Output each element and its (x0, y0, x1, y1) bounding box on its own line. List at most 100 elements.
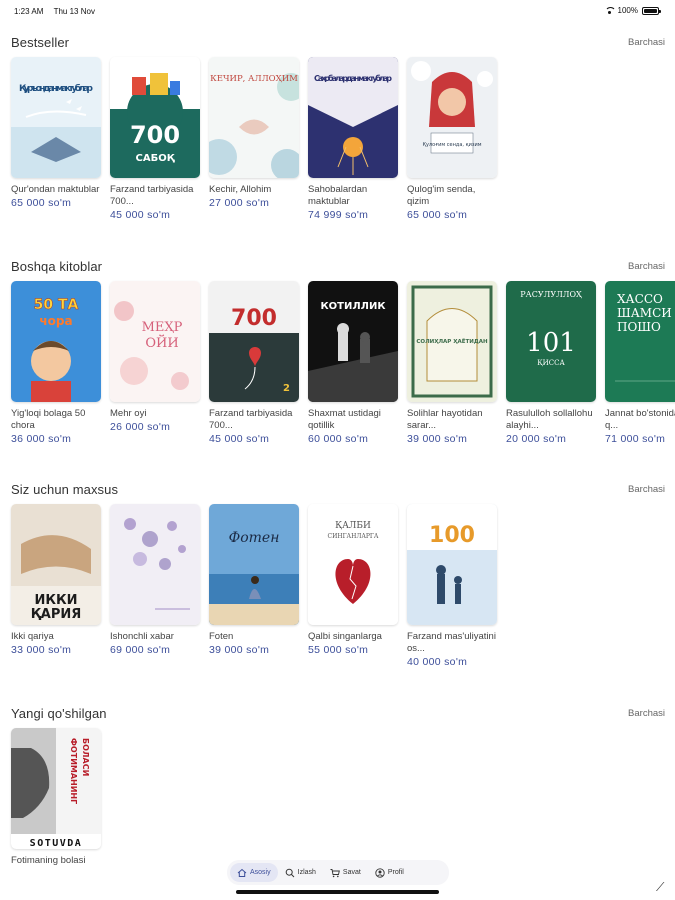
book-carousel[interactable]: Қуръондан мактублар Qur'ondan maktublar … (11, 57, 497, 221)
section-bestseller: Bestseller Barchasi Қуръондан мактублар … (0, 35, 675, 221)
battery-icon (642, 6, 661, 15)
book-price: 40 000 so'm (407, 656, 468, 668)
cover-solihlar: СОЛИҲЛАР ҲАЁТИДАН (407, 281, 497, 402)
book-title: Shaxmat ustidagi qotillik (308, 408, 381, 431)
book-card[interactable]: ХАССО ШАМСИ ПОШО Jannat bo'stonidagi q..… (605, 281, 675, 445)
cover-title: 50 ТА (34, 297, 79, 313)
book-price: 45 000 so'm (209, 433, 270, 445)
battery-percent: 100% (617, 6, 638, 15)
section-for-you: Siz uchun maxsus Barchasi ИККИ ҚАРИЯ Ikk… (0, 482, 675, 668)
book-card[interactable]: 50 ТА чора Yig'loqi bolaga 50 chora 36 0… (11, 281, 101, 445)
sotuvda-label: SOTUVDA (30, 838, 83, 849)
book-cover[interactable]: ФОТИМАНИНГ БОЛАСИ SOTUVDA (11, 728, 101, 849)
home-indicator[interactable] (236, 890, 439, 894)
cover-kechir: КЕЧИР, АЛЛОҲИМ (209, 57, 299, 178)
book-card[interactable]: ҚАЛБИ СИНГАНЛАРГА Qalbi singanlarga 55 0… (308, 504, 398, 668)
cover-title: ҚАЛБИ (335, 521, 371, 531)
book-card[interactable]: Қулоғим сенда, қизим Qulog'im senda, qiz… (407, 57, 497, 221)
cover-title: Қуръондан мактублар (19, 83, 94, 94)
book-carousel[interactable]: ФОТИМАНИНГ БОЛАСИ SOTUVDA Fotimaning bol… (11, 728, 101, 867)
book-cover[interactable]: ИККИ ҚАРИЯ (11, 504, 101, 625)
book-card[interactable]: Ishonchli xabar 69 000 so'm (110, 504, 200, 668)
book-card[interactable]: Фотен Foten 39 000 so'm (209, 504, 299, 668)
book-card[interactable]: РАСУЛУЛЛОҲ 101 ҚИССА Rasululloh sollallo… (506, 281, 596, 445)
cart-icon (330, 868, 340, 877)
book-card[interactable]: 700 2 Farzand tarbiyasida 700... 45 000 … (209, 281, 299, 445)
profile-icon (375, 867, 385, 878)
nav-search[interactable]: Izlash (278, 863, 323, 882)
cover-700-sabok: 700 САБОҚ (110, 57, 200, 178)
book-card[interactable]: МЕҲР ОЙИ Mehr oyi 26 000 so'm (110, 281, 200, 445)
nav-profile[interactable]: Profil (368, 863, 411, 882)
cover-title: КОТИЛЛИК (320, 301, 386, 312)
see-all-link[interactable]: Barchasi (628, 261, 665, 272)
cover-subtitle: БОЛАСИ (81, 738, 90, 776)
book-card[interactable]: КЕЧИР, АЛЛОҲИМ Kechir, Allohim 27 000 so… (209, 57, 299, 221)
cover-title-3: ПОШО (617, 320, 661, 334)
book-title: Ikki qariya (11, 631, 54, 642)
book-cover[interactable]: Фотен (209, 504, 299, 625)
book-price: 33 000 so'm (11, 644, 72, 656)
pencil-corner-icon[interactable]: ⟋ (656, 880, 664, 895)
book-price: 69 000 so'm (110, 644, 171, 656)
book-price: 65 000 so'm (11, 197, 72, 209)
book-price: 36 000 so'm (11, 433, 72, 445)
book-carousel[interactable]: 50 ТА чора Yig'loqi bolaga 50 chora 36 0… (11, 281, 675, 445)
book-cover[interactable]: СОЛИҲЛАР ҲАЁТИДАН (407, 281, 497, 402)
cover-title: КЕЧИР, АЛЛОҲИМ (210, 74, 298, 84)
search-icon (285, 868, 294, 877)
see-all-link[interactable]: Barchasi (628, 708, 665, 719)
cover-foten: Фотен (209, 504, 299, 625)
book-cover[interactable] (110, 504, 200, 625)
cover-number: 100 (429, 523, 475, 548)
book-cover[interactable]: КОТИЛЛИК (308, 281, 398, 402)
status-date: Thu 13 Nov (53, 7, 95, 16)
book-title: Qulog'im senda, qizim (407, 184, 476, 207)
book-card[interactable]: КОТИЛЛИК Shaxmat ustidagi qotillik 60 00… (308, 281, 398, 445)
book-title: Yig'loqi bolaga 50 chora (11, 408, 86, 431)
book-price: 27 000 so'm (209, 197, 270, 209)
book-price: 55 000 so'm (308, 644, 369, 656)
book-card[interactable]: Қуръондан мактублар Qur'ondan maktublar … (11, 57, 101, 221)
book-cover[interactable]: 700 2 (209, 281, 299, 402)
book-title: Jannat bo'stonidagi q... (605, 408, 675, 431)
book-card[interactable]: 100 Farzand mas'uliyatini os... 40 000 s… (407, 504, 497, 668)
book-cover[interactable]: 700 САБОҚ (110, 57, 200, 178)
book-card[interactable]: ИККИ ҚАРИЯ Ikki qariya 33 000 so'm (11, 504, 101, 668)
cover-ishonchli (110, 504, 200, 625)
book-carousel[interactable]: ИККИ ҚАРИЯ Ikki qariya 33 000 so'm Ishon… (11, 504, 497, 668)
book-cover[interactable]: 100 (407, 504, 497, 625)
book-card[interactable]: Саҳобалардан мактублар Sahobalardan makt… (308, 57, 398, 221)
see-all-link[interactable]: Barchasi (628, 37, 665, 48)
book-card[interactable]: 700 САБОҚ Farzand tarbiyasida 700... 45 … (110, 57, 200, 221)
cover-subtitle: ОЙИ (145, 334, 178, 351)
book-card[interactable]: ФОТИМАНИНГ БОЛАСИ SOTUVDA Fotimaning bol… (11, 728, 101, 867)
book-cover[interactable]: Саҳобалардан мактублар (308, 57, 398, 178)
book-card[interactable]: СОЛИҲЛАР ҲАЁТИДАН Solihlar hayotidan sar… (407, 281, 497, 445)
nav-label: Savat (342, 869, 361, 876)
cover-subtitle: ҚИССА (537, 359, 565, 367)
book-cover[interactable]: ХАССО ШАМСИ ПОШО (605, 281, 675, 402)
book-price: 20 000 so'm (506, 433, 567, 445)
cover-title: 700 (130, 121, 180, 149)
svg-text:2: 2 (283, 383, 290, 394)
cover-fotima: ФОТИМАНИНГ БОЛАСИ SOTUVDA (11, 728, 101, 849)
book-cover[interactable]: МЕҲР ОЙИ (110, 281, 200, 402)
cover-50-chora: 50 ТА чора (11, 281, 101, 402)
cover-title: РАСУЛУЛЛОҲ (520, 290, 582, 299)
bottom-nav: Asosiy Izlash Savat Profil (227, 860, 449, 885)
section-other-books: Boshqa kitoblar Barchasi 50 ТА чора Yig'… (0, 259, 675, 445)
book-cover[interactable]: 50 ТА чора (11, 281, 101, 402)
nav-home[interactable]: Asosiy (230, 863, 278, 882)
cover-700-2: 700 2 (209, 281, 299, 402)
book-cover[interactable]: ҚАЛБИ СИНГАНЛАРГА (308, 504, 398, 625)
cover-title: ФОТИМАНИНГ (69, 738, 78, 804)
section-new-arrivals: Yangi qo'shilgan Barchasi ФОТИМАНИНГ БОЛ… (0, 706, 675, 866)
book-cover[interactable]: КЕЧИР, АЛЛОҲИМ (209, 57, 299, 178)
home-icon (237, 868, 247, 877)
book-cover[interactable]: Қулоғим сенда, қизим (407, 57, 497, 178)
see-all-link[interactable]: Barchasi (628, 484, 665, 495)
nav-cart[interactable]: Savat (323, 863, 368, 882)
book-cover[interactable]: Қуръондан мактублар (11, 57, 101, 178)
book-cover[interactable]: РАСУЛУЛЛОҲ 101 ҚИССА (506, 281, 596, 402)
